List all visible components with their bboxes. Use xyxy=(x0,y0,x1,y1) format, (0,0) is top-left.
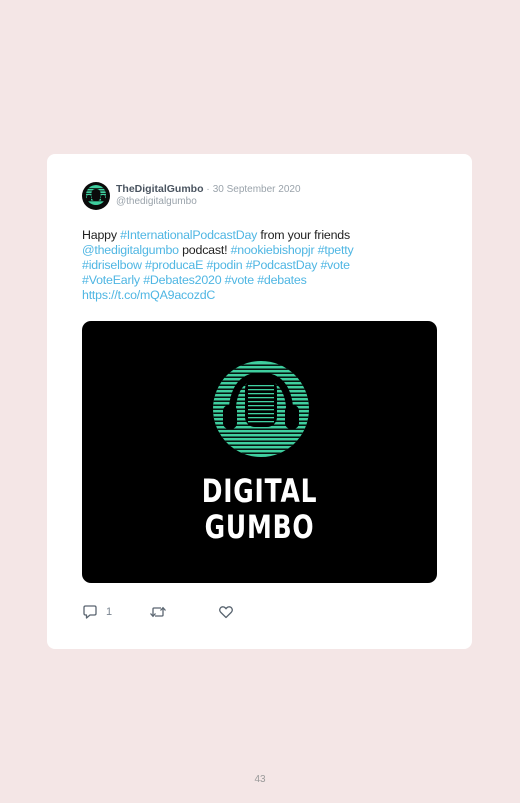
tweet-actions: 1 xyxy=(82,603,282,621)
display-name[interactable]: TheDigitalGumbo xyxy=(116,183,204,195)
hashtag-link[interactable]: #nookiebishopjr xyxy=(231,243,315,257)
mention-link[interactable]: @thedigitalgumbo xyxy=(82,243,179,257)
like-button[interactable] xyxy=(218,603,234,621)
hashtag-link[interactable]: #InternationalPodcastDay xyxy=(120,228,257,242)
hashtag-link[interactable]: #vote xyxy=(225,273,255,287)
hashtag-link[interactable]: #VoteEarly xyxy=(82,273,140,287)
author-line: TheDigitalGumbo · 30 September 2020 xyxy=(116,183,301,195)
hashtag-link[interactable]: #podin xyxy=(206,258,242,272)
page-number: 43 xyxy=(254,774,266,785)
user-handle[interactable]: @thedigitalgumbo xyxy=(116,196,197,207)
tweet-media-image[interactable]: DIGITAL GUMBO xyxy=(82,321,437,583)
hashtag-link[interactable]: #debates xyxy=(257,273,307,287)
logo-text-line2: GUMBO xyxy=(204,508,315,546)
reply-icon xyxy=(83,605,97,619)
url-link[interactable]: https://t.co/mQA9acozdC xyxy=(82,288,215,302)
hashtag-link[interactable]: #PodcastDay xyxy=(246,258,318,272)
tweet-text: Happy #InternationalPodcastDay from your… xyxy=(82,228,402,303)
avatar[interactable] xyxy=(82,182,110,210)
reply-button[interactable]: 1 xyxy=(82,603,112,621)
heart-icon xyxy=(219,606,233,619)
tweet-date[interactable]: 30 September 2020 xyxy=(213,184,301,195)
tweet-card: TheDigitalGumbo · 30 September 2020 @the… xyxy=(47,154,472,649)
retweet-button[interactable] xyxy=(149,603,167,621)
reply-count: 1 xyxy=(106,606,113,618)
hashtag-link[interactable]: #idriselbow xyxy=(82,258,142,272)
hashtag-link[interactable]: #Debates2020 xyxy=(143,273,221,287)
headphones-icon xyxy=(213,361,309,457)
hashtag-link[interactable]: #producaE xyxy=(145,258,203,272)
text-segment: from your friends xyxy=(257,228,350,242)
retweet-icon xyxy=(150,606,166,618)
avatar-logo-icon xyxy=(83,183,109,209)
logo-text-line1: DIGITAL xyxy=(201,472,318,510)
text-segment: Happy xyxy=(82,228,121,242)
hashtag-link[interactable]: #vote xyxy=(320,258,350,272)
text-segment: podcast! xyxy=(178,243,231,257)
hashtag-link[interactable]: #tpetty xyxy=(318,243,354,257)
separator: · xyxy=(206,184,210,195)
